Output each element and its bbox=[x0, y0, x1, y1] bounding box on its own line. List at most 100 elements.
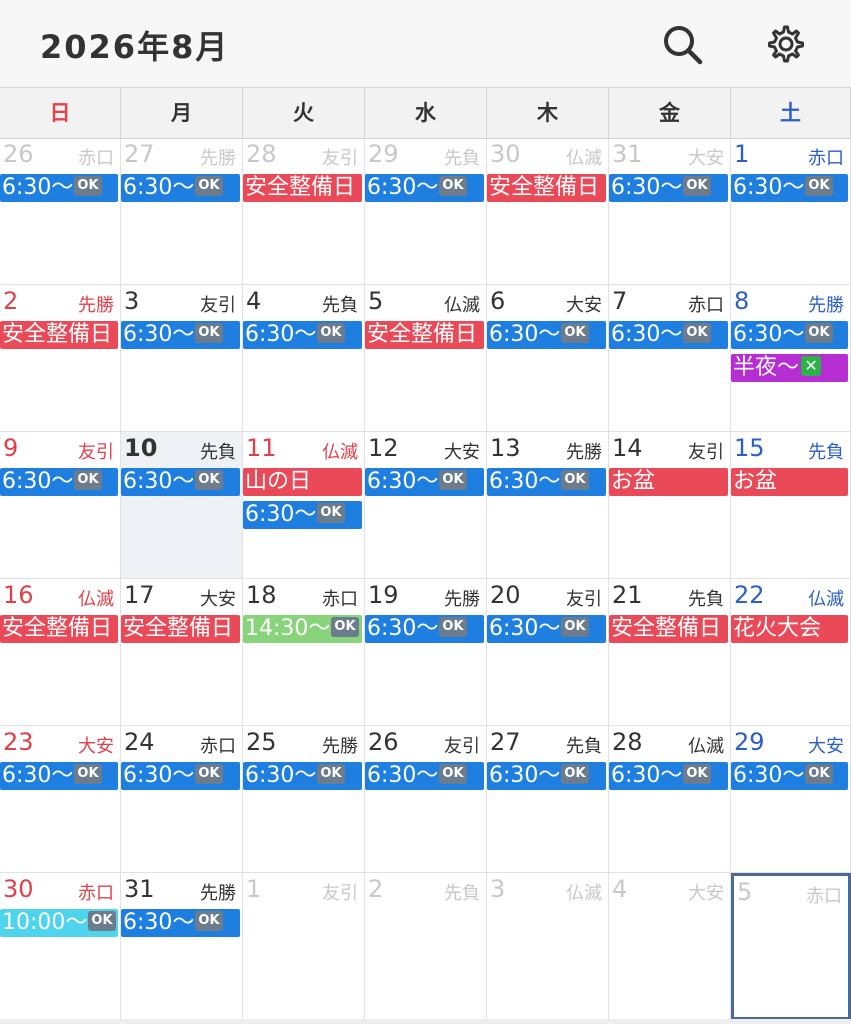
event-bar[interactable]: 6:30〜 OK bbox=[121, 909, 240, 937]
day-cell[interactable]: 5 赤口 bbox=[731, 873, 851, 1020]
day-cell[interactable]: 20 友引 6:30〜 OK bbox=[487, 579, 609, 726]
day-cell[interactable]: 31 先勝 6:30〜 OK bbox=[121, 873, 243, 1020]
event-bar[interactable]: 6:30〜 OK bbox=[121, 762, 240, 790]
day-number: 30 bbox=[490, 140, 521, 168]
event-bar[interactable]: 6:30〜 OK bbox=[0, 762, 118, 790]
event-bar[interactable]: 6:30〜 OK bbox=[365, 174, 484, 202]
event-label: 花火大会 bbox=[733, 616, 822, 641]
month-title[interactable]: 2026年8月 bbox=[40, 22, 229, 68]
event-bar[interactable]: 半夜〜 ✕ bbox=[731, 354, 848, 382]
event-bar[interactable]: 14:30〜 OK bbox=[243, 615, 362, 643]
day-number: 13 bbox=[490, 434, 521, 462]
event-label: 6:30〜 bbox=[733, 763, 805, 788]
day-cell[interactable]: 14 友引 お盆 bbox=[609, 432, 731, 579]
event-bar[interactable]: 6:30〜 OK bbox=[731, 762, 848, 790]
event-bar[interactable]: 安全整備日 bbox=[0, 615, 118, 643]
event-bar[interactable]: 6:30〜 OK bbox=[487, 321, 606, 349]
day-number: 21 bbox=[612, 581, 643, 609]
day-cell[interactable]: 15 先負 お盆 bbox=[731, 432, 851, 579]
day-cell[interactable]: 29 先負 6:30〜 OK bbox=[365, 138, 487, 285]
day-cell[interactable]: 4 先負 6:30〜 OK bbox=[243, 285, 365, 432]
event-bar[interactable]: 安全整備日 bbox=[609, 615, 728, 643]
day-cell[interactable]: 22 仏滅 花火大会 bbox=[731, 579, 851, 726]
event-bar[interactable]: 6:30〜 OK bbox=[121, 468, 240, 496]
settings-button[interactable] bbox=[764, 22, 808, 66]
event-label: 6:30〜 bbox=[489, 469, 561, 494]
event-bar[interactable]: 安全整備日 bbox=[243, 174, 362, 202]
event-bar[interactable]: 安全整備日 bbox=[0, 321, 118, 349]
day-number: 15 bbox=[734, 434, 765, 462]
event-bar[interactable]: 6:30〜 OK bbox=[0, 174, 118, 202]
day-cell[interactable]: 3 友引 6:30〜 OK bbox=[121, 285, 243, 432]
day-cell[interactable]: 9 友引 6:30〜 OK bbox=[0, 432, 121, 579]
day-cell[interactable]: 19 先勝 6:30〜 OK bbox=[365, 579, 487, 726]
event-bar[interactable]: 6:30〜 OK bbox=[243, 321, 362, 349]
day-cell[interactable]: 8 先勝 6:30〜 OK 半夜〜 ✕ bbox=[731, 285, 851, 432]
cross-badge-icon: ✕ bbox=[801, 356, 822, 376]
day-cell[interactable]: 30 赤口 10:00〜 OK bbox=[0, 873, 121, 1020]
event-bar[interactable]: 6:30〜 OK bbox=[243, 501, 362, 529]
day-cell[interactable]: 24 赤口 6:30〜 OK bbox=[121, 726, 243, 873]
event-bar[interactable]: 6:30〜 OK bbox=[365, 762, 484, 790]
event-bar[interactable]: 安全整備日 bbox=[365, 321, 484, 349]
day-cell[interactable]: 27 先負 6:30〜 OK bbox=[487, 726, 609, 873]
event-label: 6:30〜 bbox=[489, 322, 561, 347]
day-cell[interactable]: 27 先勝 6:30〜 OK bbox=[121, 138, 243, 285]
event-bar[interactable]: 6:30〜 OK bbox=[121, 174, 240, 202]
event-bar[interactable]: 6:30〜 OK bbox=[121, 321, 240, 349]
event-bar[interactable]: 6:30〜 OK bbox=[365, 468, 484, 496]
event-bar[interactable]: お盆 bbox=[731, 468, 848, 496]
day-cell[interactable]: 18 赤口 14:30〜 OK bbox=[243, 579, 365, 726]
ok-badge-icon: OK bbox=[561, 323, 589, 343]
day-cell[interactable]: 31 大安 6:30〜 OK bbox=[609, 138, 731, 285]
event-bar[interactable]: 花火大会 bbox=[731, 615, 848, 643]
day-cell[interactable]: 1 赤口 6:30〜 OK bbox=[731, 138, 851, 285]
day-number: 20 bbox=[490, 581, 521, 609]
day-cell[interactable]: 5 仏滅 安全整備日 bbox=[365, 285, 487, 432]
event-bar[interactable]: 10:00〜 OK bbox=[0, 909, 118, 937]
event-bar[interactable]: 6:30〜 OK bbox=[731, 321, 848, 349]
event-bar[interactable]: 6:30〜 OK bbox=[487, 762, 606, 790]
day-cell[interactable]: 26 赤口 6:30〜 OK bbox=[0, 138, 121, 285]
event-bar[interactable]: 6:30〜 OK bbox=[609, 762, 728, 790]
day-cell[interactable]: 17 大安 安全整備日 bbox=[121, 579, 243, 726]
event-bar[interactable]: 6:30〜 OK bbox=[0, 468, 118, 496]
search-button[interactable] bbox=[660, 22, 704, 66]
event-bar[interactable]: 6:30〜 OK bbox=[731, 174, 848, 202]
event-bar[interactable]: 山の日 bbox=[243, 468, 362, 496]
day-cell[interactable]: 4 大安 bbox=[609, 873, 731, 1020]
day-cell[interactable]: 2 先勝 安全整備日 bbox=[0, 285, 121, 432]
day-cell[interactable]: 13 先勝 6:30〜 OK bbox=[487, 432, 609, 579]
day-cell[interactable]: 3 仏滅 bbox=[487, 873, 609, 1020]
event-bar[interactable]: 6:30〜 OK bbox=[365, 615, 484, 643]
rokuyo-label: 先勝 bbox=[322, 736, 358, 757]
event-bar[interactable]: 6:30〜 OK bbox=[609, 321, 728, 349]
event-bar[interactable]: 安全整備日 bbox=[121, 615, 240, 643]
day-number: 5 bbox=[737, 878, 753, 906]
day-cell[interactable]: 16 仏滅 安全整備日 bbox=[0, 579, 121, 726]
day-cell[interactable]: 6 大安 6:30〜 OK bbox=[487, 285, 609, 432]
event-label: 6:30〜 bbox=[2, 763, 74, 788]
rokuyo-label: 先負 bbox=[566, 736, 602, 757]
day-cell[interactable]: 21 先負 安全整備日 bbox=[609, 579, 731, 726]
day-cell[interactable]: 1 友引 bbox=[243, 873, 365, 1020]
event-label: 6:30〜 bbox=[489, 616, 561, 641]
day-cell[interactable]: 7 赤口 6:30〜 OK bbox=[609, 285, 731, 432]
day-cell[interactable]: 2 先負 bbox=[365, 873, 487, 1020]
event-bar[interactable]: お盆 bbox=[609, 468, 728, 496]
day-cell[interactable]: 12 大安 6:30〜 OK bbox=[365, 432, 487, 579]
day-cell[interactable]: 28 友引 安全整備日 bbox=[243, 138, 365, 285]
day-cell[interactable]: 25 先勝 6:30〜 OK bbox=[243, 726, 365, 873]
day-cell[interactable]: 26 友引 6:30〜 OK bbox=[365, 726, 487, 873]
event-bar[interactable]: 6:30〜 OK bbox=[487, 468, 606, 496]
event-bar[interactable]: 6:30〜 OK bbox=[609, 174, 728, 202]
day-cell[interactable]: 10 先負 6:30〜 OK bbox=[121, 432, 243, 579]
day-cell[interactable]: 29 大安 6:30〜 OK bbox=[731, 726, 851, 873]
event-bar[interactable]: 安全整備日 bbox=[487, 174, 606, 202]
event-bar[interactable]: 6:30〜 OK bbox=[487, 615, 606, 643]
day-cell[interactable]: 30 仏滅 安全整備日 bbox=[487, 138, 609, 285]
event-bar[interactable]: 6:30〜 OK bbox=[243, 762, 362, 790]
day-cell[interactable]: 23 大安 6:30〜 OK bbox=[0, 726, 121, 873]
day-cell[interactable]: 11 仏滅 山の日 6:30〜 OK bbox=[243, 432, 365, 579]
day-cell[interactable]: 28 仏滅 6:30〜 OK bbox=[609, 726, 731, 873]
